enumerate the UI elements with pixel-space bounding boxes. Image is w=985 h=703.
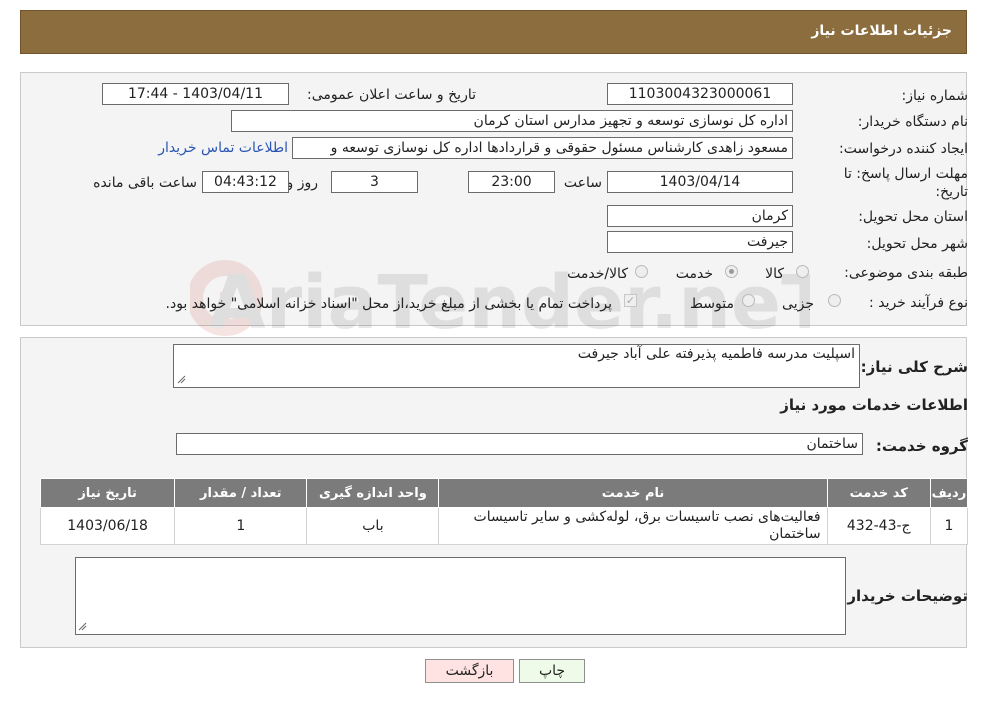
summary-textarea[interactable]: اسپلیت مدرسه فاطمیه پذیرفته علی آباد جیر… xyxy=(173,344,860,388)
purchase-option-minor: جزیی xyxy=(782,296,814,312)
deadline-date-field[interactable]: 1403/04/14 xyxy=(607,171,793,193)
buyer-org-field[interactable]: اداره کل نوسازی توسعه و تجهیز مدارس استا… xyxy=(231,110,793,132)
service-group-label: گروه خدمت: xyxy=(875,437,968,455)
category-radio-service[interactable] xyxy=(725,265,738,278)
page-title: جزئیات اطلاعات نیاز xyxy=(811,23,952,39)
service-group-field[interactable]: ساختمان xyxy=(176,433,863,455)
cell-service-code: ج-43-432 xyxy=(826,507,931,545)
category-option-service: خدمت xyxy=(675,266,713,282)
buyer-notes-label: توضیحات خریدار: xyxy=(841,587,968,605)
col-header-service-name: نام خدمت xyxy=(438,478,828,508)
category-option-goods-service: کالا/خدمت xyxy=(567,266,628,282)
treasury-note: پرداخت تمام یا بخشی از مبلغ خرید،از محل … xyxy=(165,296,612,312)
buyer-contact-link[interactable]: اطلاعات تماس خریدار xyxy=(158,140,288,156)
col-header-quantity: تعداد / مقدار xyxy=(174,478,308,508)
category-label: طبقه بندی موضوعی: xyxy=(844,265,968,281)
treasury-checkbox[interactable]: ✓ xyxy=(624,294,637,307)
announce-datetime-label: تاریخ و ساعت اعلان عمومی: xyxy=(307,87,476,103)
resize-handle-icon[interactable] xyxy=(78,622,87,631)
cell-unit: باب xyxy=(306,507,440,545)
deadline-label-line1: مهلت ارسال پاسخ: تا xyxy=(843,166,968,182)
purchase-radio-medium[interactable] xyxy=(742,294,755,307)
deadline-time-label: ساعت xyxy=(563,175,602,191)
announce-datetime-field[interactable]: 1403/04/11 - 17:44 xyxy=(102,83,289,105)
col-header-service-code: کد خدمت xyxy=(826,478,931,508)
col-header-unit: واحد اندازه گیری xyxy=(306,478,440,508)
days-remaining-field[interactable]: 3 xyxy=(331,171,418,193)
need-number-field[interactable]: 1103004323000061 xyxy=(607,83,793,105)
province-label: استان محل تحویل: xyxy=(858,209,968,225)
province-field[interactable]: کرمان xyxy=(607,205,793,227)
deadline-label: مهلت ارسال پاسخ: تا تاریخ: xyxy=(844,165,968,201)
buyer-org-label: نام دستگاه خریدار: xyxy=(857,114,968,130)
creator-field[interactable]: مسعود زاهدی کارشناس مسئول حقوقی و قراردا… xyxy=(292,137,793,159)
remaining-time-label: ساعت باقی مانده xyxy=(93,175,197,191)
cell-need-date: 1403/06/18 xyxy=(39,507,176,545)
print-button[interactable]: چاپ xyxy=(519,659,585,683)
need-number-label: شماره نیاز: xyxy=(901,88,969,104)
days-label: روز و xyxy=(286,175,319,191)
creator-label: ایجاد کننده درخواست: xyxy=(839,141,968,157)
category-option-goods: کالا xyxy=(765,266,784,282)
table-row: 1 ج-43-432 فعالیت‌های نصب تاسیسات برق، ل… xyxy=(39,507,969,545)
category-radio-goods-service[interactable] xyxy=(635,265,648,278)
resize-handle-icon[interactable] xyxy=(177,375,186,384)
buyer-notes-textarea[interactable] xyxy=(75,557,846,635)
cell-service-name: فعالیت‌های نصب تاسیسات برق، لوله‌کشی و س… xyxy=(438,507,828,545)
col-header-row-number: ردیف xyxy=(929,478,969,508)
deadline-time-field[interactable]: 23:00 xyxy=(468,171,555,193)
purchase-type-label: نوع فرآیند خرید : xyxy=(869,295,968,311)
city-label: شهر محل تحویل: xyxy=(866,236,968,252)
purchase-radio-minor[interactable] xyxy=(828,294,841,307)
services-table-header: ردیف کد خدمت نام خدمت واحد اندازه گیری ت… xyxy=(39,478,969,508)
services-table: ردیف کد خدمت نام خدمت واحد اندازه گیری ت… xyxy=(39,478,969,545)
purchase-option-medium: متوسط xyxy=(690,296,734,312)
cell-row-number: 1 xyxy=(929,507,969,545)
summary-label: شرح کلی نیاز: xyxy=(860,358,968,376)
category-radio-goods[interactable] xyxy=(796,265,809,278)
col-header-need-date: تاریخ نیاز xyxy=(39,478,176,508)
services-section-title: اطلاعات خدمات مورد نیاز xyxy=(780,396,968,414)
remaining-time-field[interactable]: 04:43:12 xyxy=(202,171,289,193)
page-header: جزئیات اطلاعات نیاز xyxy=(20,10,967,54)
deadline-label-line2: تاریخ: xyxy=(935,184,968,200)
city-field[interactable]: جیرفت xyxy=(607,231,793,253)
cell-quantity: 1 xyxy=(174,507,308,545)
back-button[interactable]: بازگشت xyxy=(425,659,514,683)
